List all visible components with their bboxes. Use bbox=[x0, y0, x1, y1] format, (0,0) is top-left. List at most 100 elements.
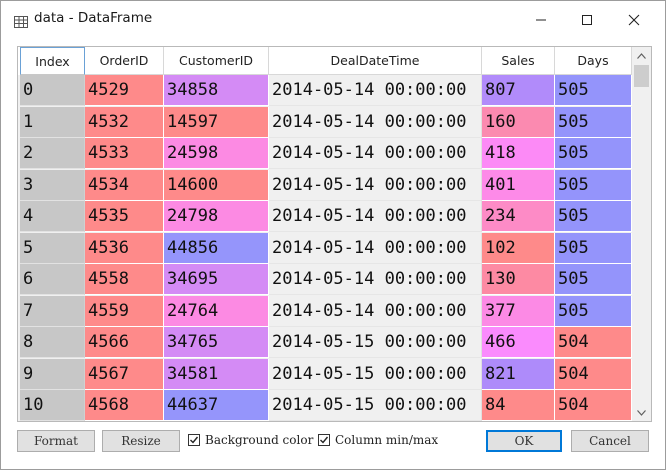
cell-dealdatetime[interactable]: 2014-05-14 00:00:00 bbox=[269, 170, 482, 201]
cell-dealdatetime[interactable]: 2014-05-15 00:00:00 bbox=[269, 390, 482, 421]
table-body[interactable]: 0 4529 34858 2014-05-14 00:00:00 807 505 1 4532… bbox=[18, 75, 632, 421]
cell-dealdatetime[interactable]: 2014-05-15 00:00:00 bbox=[269, 327, 482, 358]
cell-orderid[interactable]: 4529 bbox=[85, 75, 164, 106]
cell-orderid[interactable]: 4532 bbox=[85, 107, 164, 138]
column-header-index[interactable]: Index bbox=[20, 47, 85, 75]
cell-customerid[interactable]: 24598 bbox=[164, 138, 269, 169]
cell-index[interactable]: 3 bbox=[20, 170, 85, 201]
cell-sales[interactable]: 160 bbox=[482, 107, 555, 138]
cell-orderid[interactable]: 4559 bbox=[85, 296, 164, 327]
cell-sales[interactable]: 377 bbox=[482, 296, 555, 327]
table-row[interactable]: 6 4558 34695 2014-05-14 00:00:00 130 505 bbox=[18, 264, 632, 295]
cell-sales[interactable]: 466 bbox=[482, 327, 555, 358]
column-minmax-checkbox[interactable]: Column min/max bbox=[318, 433, 438, 447]
ok-button[interactable]: OK bbox=[486, 430, 562, 452]
cell-dealdatetime[interactable]: 2014-05-14 00:00:00 bbox=[269, 138, 482, 169]
cell-sales[interactable]: 821 bbox=[482, 359, 555, 390]
cell-index[interactable]: 2 bbox=[20, 138, 85, 169]
table-row[interactable]: 1 4532 14597 2014-05-14 00:00:00 160 505 bbox=[18, 107, 632, 138]
column-header-customerid[interactable]: CustomerID bbox=[164, 47, 269, 75]
cell-orderid[interactable]: 4536 bbox=[85, 233, 164, 264]
cell-index[interactable]: 8 bbox=[20, 327, 85, 358]
cell-days[interactable]: 505 bbox=[555, 264, 632, 295]
table-row[interactable]: 3 4534 14600 2014-05-14 00:00:00 401 505 bbox=[18, 170, 632, 201]
cell-sales[interactable]: 84 bbox=[482, 390, 555, 421]
format-button[interactable]: Format bbox=[17, 430, 95, 452]
table-row[interactable]: 5 4536 44856 2014-05-14 00:00:00 102 505 bbox=[18, 233, 632, 264]
scroll-down-button[interactable] bbox=[632, 404, 651, 421]
dataframe-table[interactable]: Index OrderID CustomerID DealDateTime Sa… bbox=[17, 46, 652, 422]
cell-orderid[interactable]: 4534 bbox=[85, 170, 164, 201]
table-row[interactable]: 7 4559 24764 2014-05-14 00:00:00 377 505 bbox=[18, 296, 632, 327]
cell-days[interactable]: 505 bbox=[555, 296, 632, 327]
table-row[interactable]: 10 4568 44637 2014-05-15 00:00:00 84 504 bbox=[18, 390, 632, 421]
cell-sales[interactable]: 102 bbox=[482, 233, 555, 264]
column-header-orderid[interactable]: OrderID bbox=[85, 47, 164, 75]
cell-orderid[interactable]: 4533 bbox=[85, 138, 164, 169]
cell-days[interactable]: 505 bbox=[555, 75, 632, 106]
cell-index[interactable]: 5 bbox=[20, 233, 85, 264]
cell-dealdatetime[interactable]: 2014-05-14 00:00:00 bbox=[269, 296, 482, 327]
cell-days[interactable]: 505 bbox=[555, 233, 632, 264]
table-row[interactable]: 0 4529 34858 2014-05-14 00:00:00 807 505 bbox=[18, 75, 632, 106]
cell-index[interactable]: 9 bbox=[20, 359, 85, 390]
cell-days[interactable]: 504 bbox=[555, 359, 632, 390]
cell-sales[interactable]: 130 bbox=[482, 264, 555, 295]
checkbox-box[interactable] bbox=[318, 434, 330, 446]
close-button[interactable] bbox=[611, 1, 657, 38]
cell-days[interactable]: 504 bbox=[555, 390, 632, 421]
cell-orderid[interactable]: 4535 bbox=[85, 201, 164, 232]
cell-days[interactable]: 504 bbox=[555, 327, 632, 358]
cell-index[interactable]: 0 bbox=[20, 75, 85, 106]
cell-customerid[interactable]: 14597 bbox=[164, 107, 269, 138]
cell-dealdatetime[interactable]: 2014-05-14 00:00:00 bbox=[269, 264, 482, 295]
cell-sales[interactable]: 234 bbox=[482, 201, 555, 232]
cell-customerid[interactable]: 34581 bbox=[164, 359, 269, 390]
cell-sales[interactable]: 807 bbox=[482, 75, 555, 106]
cell-sales[interactable]: 401 bbox=[482, 170, 555, 201]
checkbox-box[interactable] bbox=[188, 434, 200, 446]
cell-days[interactable]: 505 bbox=[555, 201, 632, 232]
cell-orderid[interactable]: 4567 bbox=[85, 359, 164, 390]
scroll-up-button[interactable] bbox=[632, 47, 651, 64]
column-header-dealdatetime[interactable]: DealDateTime bbox=[269, 47, 482, 75]
cell-dealdatetime[interactable]: 2014-05-15 00:00:00 bbox=[269, 359, 482, 390]
cell-sales[interactable]: 418 bbox=[482, 138, 555, 169]
table-row[interactable]: 4 4535 24798 2014-05-14 00:00:00 234 505 bbox=[18, 201, 632, 232]
cell-customerid[interactable]: 44637 bbox=[164, 390, 269, 421]
cell-customerid[interactable]: 14600 bbox=[164, 170, 269, 201]
cell-customerid[interactable]: 24798 bbox=[164, 201, 269, 232]
cell-customerid[interactable]: 44856 bbox=[164, 233, 269, 264]
cell-index[interactable]: 6 bbox=[20, 264, 85, 295]
cancel-button[interactable]: Cancel bbox=[571, 430, 649, 452]
title-bar[interactable]: data - DataFrame bbox=[1, 1, 665, 38]
cell-dealdatetime[interactable]: 2014-05-14 00:00:00 bbox=[269, 201, 482, 232]
table-row[interactable]: 8 4566 34765 2014-05-15 00:00:00 466 504 bbox=[18, 327, 632, 358]
cell-customerid[interactable]: 34765 bbox=[164, 327, 269, 358]
column-header-sales[interactable]: Sales bbox=[482, 47, 555, 75]
cell-dealdatetime[interactable]: 2014-05-14 00:00:00 bbox=[269, 233, 482, 264]
maximize-button[interactable] bbox=[564, 1, 610, 38]
cell-days[interactable]: 505 bbox=[555, 107, 632, 138]
cell-index[interactable]: 7 bbox=[20, 296, 85, 327]
cell-customerid[interactable]: 24764 bbox=[164, 296, 269, 327]
cell-orderid[interactable]: 4566 bbox=[85, 327, 164, 358]
minimize-button[interactable] bbox=[518, 1, 564, 38]
cell-days[interactable]: 505 bbox=[555, 170, 632, 201]
vertical-scrollbar[interactable] bbox=[632, 47, 651, 421]
cell-customerid[interactable]: 34695 bbox=[164, 264, 269, 295]
background-color-checkbox[interactable]: Background color bbox=[188, 433, 313, 447]
cell-orderid[interactable]: 4568 bbox=[85, 390, 164, 421]
cell-customerid[interactable]: 34858 bbox=[164, 75, 269, 106]
cell-dealdatetime[interactable]: 2014-05-14 00:00:00 bbox=[269, 107, 482, 138]
cell-dealdatetime[interactable]: 2014-05-14 00:00:00 bbox=[269, 75, 482, 106]
cell-orderid[interactable]: 4558 bbox=[85, 264, 164, 295]
cell-index[interactable]: 4 bbox=[20, 201, 85, 232]
scroll-thumb[interactable] bbox=[634, 65, 649, 87]
cell-days[interactable]: 505 bbox=[555, 138, 632, 169]
table-row[interactable]: 2 4533 24598 2014-05-14 00:00:00 418 505 bbox=[18, 138, 632, 169]
cell-index[interactable]: 10 bbox=[20, 390, 85, 421]
column-header-days[interactable]: Days bbox=[555, 47, 632, 75]
resize-button[interactable]: Resize bbox=[102, 430, 180, 452]
cell-index[interactable]: 1 bbox=[20, 107, 85, 138]
